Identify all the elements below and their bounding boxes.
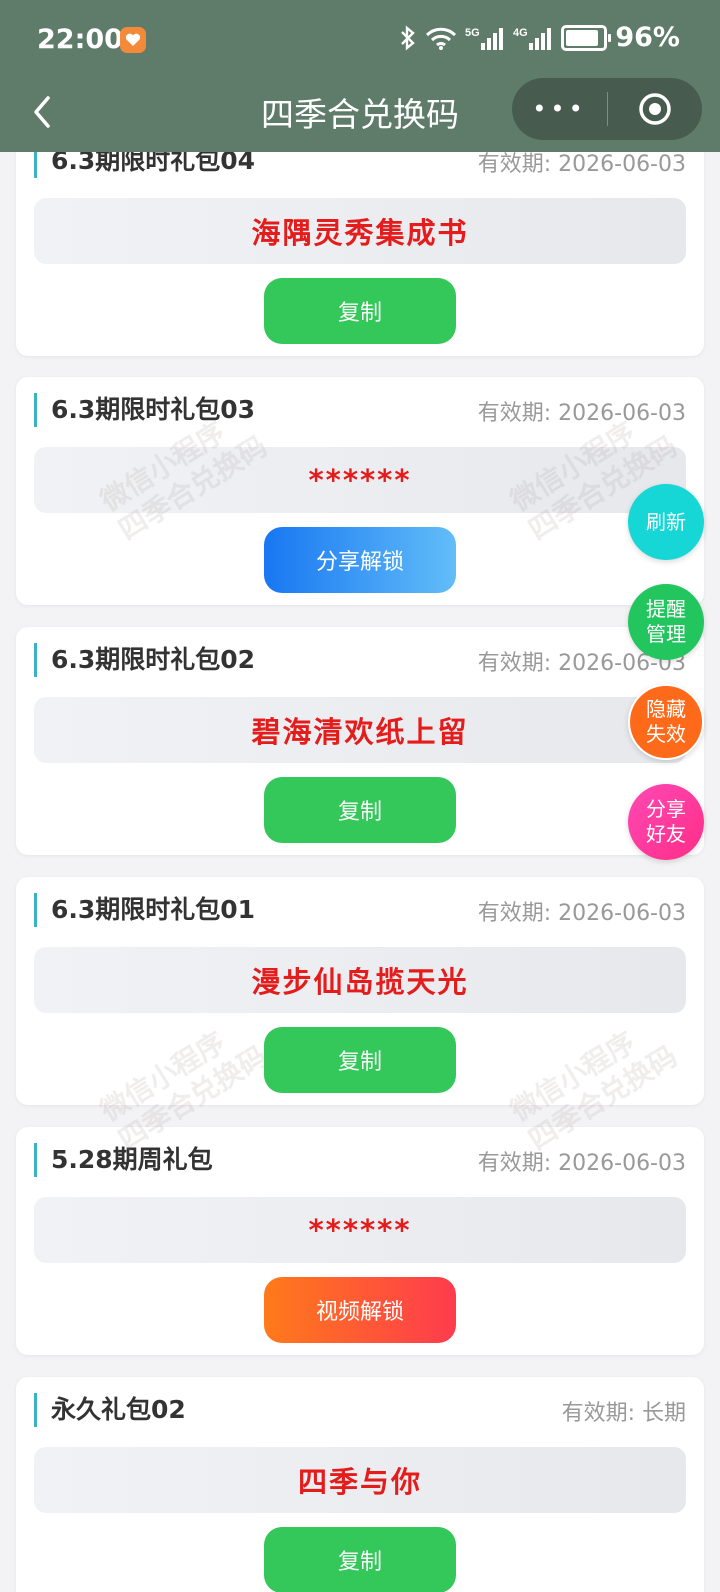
gift-card: 6.3期限时礼包03 有效期: 2026-06-03 ****** 分享解锁 bbox=[16, 377, 704, 605]
share-friend-button[interactable]: 分享 好友 bbox=[628, 784, 704, 860]
copy-button[interactable]: 复制 bbox=[264, 278, 456, 344]
card-title: 6.3期限时礼包03 bbox=[34, 393, 255, 427]
hide-label-1: 隐藏 bbox=[646, 697, 686, 721]
close-miniprogram-button[interactable] bbox=[608, 91, 702, 127]
miniprogram-capsule: ••• bbox=[512, 78, 702, 140]
video-unlock-button[interactable]: 视频解锁 bbox=[264, 1277, 456, 1343]
code-text: 碧海清欢纸上留 bbox=[34, 697, 686, 763]
code-text-masked: ****** bbox=[34, 447, 686, 513]
gift-card: 永久礼包02 有效期: 长期 四季与你 复制 bbox=[16, 1377, 704, 1592]
code-text: 漫步仙岛揽天光 bbox=[34, 947, 686, 1013]
gift-card: 6.3期限时礼包04 有效期: 2026-06-03 海隅灵秀集成书 复制 bbox=[16, 128, 704, 356]
card-title: 6.3期限时礼包01 bbox=[34, 893, 255, 927]
nav-bar: 四季合兑换码 ••• bbox=[0, 78, 720, 148]
refresh-button[interactable]: 刷新 bbox=[628, 484, 704, 560]
battery-level: 96% bbox=[615, 22, 680, 53]
hide-label-2: 失效 bbox=[646, 722, 686, 746]
card-title: 永久礼包02 bbox=[34, 1393, 186, 1427]
signal-5g-icon: 5G bbox=[465, 27, 504, 50]
code-text: 海隅灵秀集成书 bbox=[34, 198, 686, 264]
gift-card: 6.3期限时礼包01 有效期: 2026-06-03 漫步仙岛揽天光 复制 bbox=[16, 877, 704, 1105]
card-expiry: 有效期: 长期 bbox=[561, 1401, 686, 1426]
battery-icon bbox=[561, 24, 612, 51]
hide-expired-button[interactable]: 隐藏 失效 bbox=[628, 684, 704, 760]
share-label-1: 分享 bbox=[646, 797, 686, 821]
svg-text:5G: 5G bbox=[465, 27, 480, 39]
heart-icon bbox=[120, 27, 146, 53]
status-time: 22:00 bbox=[37, 24, 123, 55]
code-text-masked: ****** bbox=[34, 1197, 686, 1263]
more-button[interactable]: ••• bbox=[512, 95, 607, 123]
top-bar: 22:00 5G 4G 96% 四季合兑换码 ••• bbox=[0, 0, 720, 152]
target-icon bbox=[639, 93, 671, 125]
remind-label-1: 提醒 bbox=[646, 597, 686, 621]
copy-button[interactable]: 复制 bbox=[264, 1527, 456, 1592]
card-expiry: 有效期: 2026-06-03 bbox=[477, 401, 686, 426]
copy-button[interactable]: 复制 bbox=[264, 1027, 456, 1093]
share-label-2: 好友 bbox=[646, 822, 686, 846]
status-icons: 5G 4G 96% bbox=[399, 22, 680, 53]
svg-text:4G: 4G bbox=[513, 27, 528, 39]
signal-4g-icon: 4G bbox=[513, 27, 552, 50]
status-bar: 22:00 5G 4G 96% bbox=[0, 0, 720, 80]
card-title: 5.28期周礼包 bbox=[34, 1143, 213, 1177]
copy-button[interactable]: 复制 bbox=[264, 777, 456, 843]
share-unlock-button[interactable]: 分享解锁 bbox=[264, 527, 456, 593]
remind-manage-button[interactable]: 提醒 管理 bbox=[628, 584, 704, 660]
refresh-label: 刷新 bbox=[646, 509, 686, 534]
code-text: 四季与你 bbox=[34, 1447, 686, 1513]
card-expiry: 有效期: 2026-06-03 bbox=[477, 901, 686, 926]
card-expiry: 有效期: 2026-06-03 bbox=[477, 1151, 686, 1176]
gift-card: 5.28期周礼包 有效期: 2026-06-03 ****** 视频解锁 bbox=[16, 1127, 704, 1355]
gift-card: 6.3期限时礼包02 有效期: 2026-06-03 碧海清欢纸上留 复制 bbox=[16, 627, 704, 855]
card-title: 6.3期限时礼包02 bbox=[34, 643, 255, 677]
code-list: 6.3期限时礼包04 有效期: 2026-06-03 海隅灵秀集成书 复制 6.… bbox=[0, 0, 720, 1592]
wifi-icon bbox=[426, 27, 457, 50]
remind-label-2: 管理 bbox=[646, 622, 686, 646]
bluetooth-icon bbox=[401, 24, 416, 51]
